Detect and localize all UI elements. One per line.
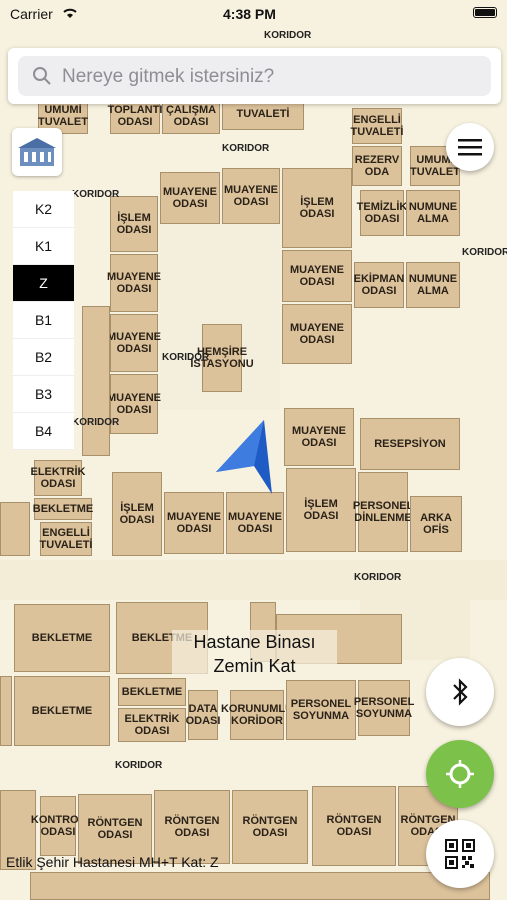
room-bekletme-4[interactable]: BEKLETME <box>14 676 110 746</box>
room-muayene-8[interactable]: MUAYENE ODASI <box>284 408 354 466</box>
room-islem-3[interactable]: İŞLEM ODASI <box>286 468 356 552</box>
room-bekletme-1[interactable]: BEKLETME <box>33 498 93 520</box>
floor-b1[interactable]: B1 <box>13 302 74 339</box>
floor-k2[interactable]: K2 <box>13 191 74 228</box>
building-name: Hastane Binası <box>193 632 316 652</box>
room-muayene-4[interactable]: MUAYENE ODASI <box>107 314 161 372</box>
battery-icon <box>473 7 497 18</box>
menu-button[interactable] <box>446 123 494 171</box>
room-personel-soyunma-2[interactable]: PERSONEL SOYUNMA <box>354 680 414 736</box>
building-floor-label: Hastane Binası Zemin Kat <box>172 630 337 678</box>
corridor-label-4: KORIDOR <box>462 247 507 258</box>
room-ekipman[interactable]: EKİPMAN ODASI <box>354 262 404 308</box>
hamburger-menu-icon <box>458 139 482 156</box>
floor-b4[interactable]: B4 <box>13 413 74 450</box>
room-temizlik[interactable]: TEMİZLİK ODASI <box>357 190 407 236</box>
search-placeholder: Nereye gitmek istersiniz? <box>62 66 275 87</box>
floor-name: Zemin Kat <box>213 656 296 676</box>
locate-me-button[interactable] <box>426 740 494 808</box>
room-rontgen-4[interactable]: RÖNTGEN ODASI <box>312 786 396 866</box>
room-muayene-7[interactable]: MUAYENE ODASI <box>282 304 352 364</box>
room-muayene-9[interactable]: MUAYENE ODASI <box>164 492 224 554</box>
room-korunumlu[interactable]: KORUNUMLU KORİDOR <box>221 690 293 740</box>
room-muayene-6[interactable]: MUAYENE ODASI <box>282 250 352 302</box>
floor-z[interactable]: Z <box>13 265 74 302</box>
corridor-label-1: KORIDOR <box>264 30 312 41</box>
room-engelli-tuvaleti[interactable]: ENGELLİ TUVALETİ <box>40 522 93 556</box>
room-left-edge[interactable] <box>0 502 30 556</box>
room-resepsiyon[interactable]: RESEPSİYON <box>360 418 460 470</box>
room-data[interactable]: DATA ODASI <box>186 690 220 740</box>
search-icon <box>33 67 51 85</box>
corridor-label-7: KORIDOR <box>354 572 402 583</box>
room-muayene-3[interactable]: MUAYENE ODASI <box>107 254 161 312</box>
building-icon <box>18 138 56 166</box>
room-rontgen-2[interactable]: RÖNTGEN ODASI <box>154 790 230 864</box>
floor-b2[interactable]: B2 <box>13 339 74 376</box>
clock: 4:38 PM <box>223 6 276 22</box>
floor-k1[interactable]: K1 <box>13 228 74 265</box>
room-rontgen-3[interactable]: RÖNTGEN ODASI <box>232 790 308 864</box>
room-islem-2[interactable]: İŞLEM ODASI <box>282 168 352 248</box>
qr-scan-button[interactable] <box>426 820 494 888</box>
corridor-label-8: KORIDOR <box>115 760 163 771</box>
building-select-button[interactable] <box>12 128 62 176</box>
room-muayene-10[interactable]: MUAYENE ODASI <box>226 492 284 554</box>
room-muayene-1[interactable]: MUAYENE ODASI <box>160 172 220 224</box>
corridor-label-2: KORIDOR <box>222 143 270 154</box>
search-bar: Nereye gitmek istersiniz? <box>8 48 501 104</box>
room-islem-1[interactable]: İŞLEM ODASI <box>110 196 158 252</box>
bluetooth-button[interactable] <box>426 658 494 726</box>
room-islem-4[interactable]: İŞLEM ODASI <box>112 472 162 556</box>
carrier-label: Carrier <box>10 6 53 22</box>
room-arka-ofis[interactable]: ARKA OFİS <box>410 496 462 552</box>
room-me[interactable] <box>0 676 12 746</box>
room-rezerv[interactable]: REZERV ODA <box>352 146 402 186</box>
wifi-icon <box>63 8 77 18</box>
user-location-arrow-icon <box>216 420 272 494</box>
room-kontrol[interactable]: KONTROL ODASI <box>31 796 85 856</box>
room-elektrik-2[interactable]: ELEKTRİK ODASI <box>118 708 186 742</box>
corridor-label-5: KORIDOR <box>162 352 210 363</box>
status-bar: Carrier 4:38 PM <box>0 0 507 28</box>
floor-b3[interactable]: B3 <box>13 376 74 413</box>
crosshair-icon <box>446 760 474 788</box>
search-input[interactable]: Nereye gitmek istersiniz? <box>18 56 491 96</box>
bluetooth-icon <box>453 678 468 706</box>
room-numune-1[interactable]: NUMUNE ALMA <box>406 190 460 236</box>
room-numune-2[interactable]: NUMUNE ALMA <box>406 262 460 308</box>
room-personel-soyunma-1[interactable]: PERSONEL SOYUNMA <box>286 680 356 740</box>
room-elektrik-1[interactable]: ELEKTRİK ODASI <box>31 460 86 496</box>
footer-location-text: Etlik Şehir Hastanesi MH+T Kat: Z <box>6 854 219 870</box>
room-bottom-row[interactable] <box>30 872 490 900</box>
floor-selector: K2 K1 Z B1 B2 B3 B4 <box>13 191 74 450</box>
corridor-label-3: KORIDOR <box>72 189 120 200</box>
qr-code-icon <box>445 839 475 869</box>
room-engelli-tuvaleti-top[interactable]: ENGELLİ TUVALETİ <box>351 108 404 144</box>
corridor-label-6: KORIDOR <box>72 417 120 428</box>
room-left-strip[interactable] <box>82 306 110 456</box>
room-bekletme-5[interactable]: BEKLETME <box>118 678 186 706</box>
room-muayene-2[interactable]: MUAYENE ODASI <box>222 168 280 224</box>
room-bekletme-2[interactable]: BEKLETME <box>14 604 110 672</box>
room-personel-dinlenme[interactable]: PERSONEL DİNLENME <box>353 472 413 552</box>
